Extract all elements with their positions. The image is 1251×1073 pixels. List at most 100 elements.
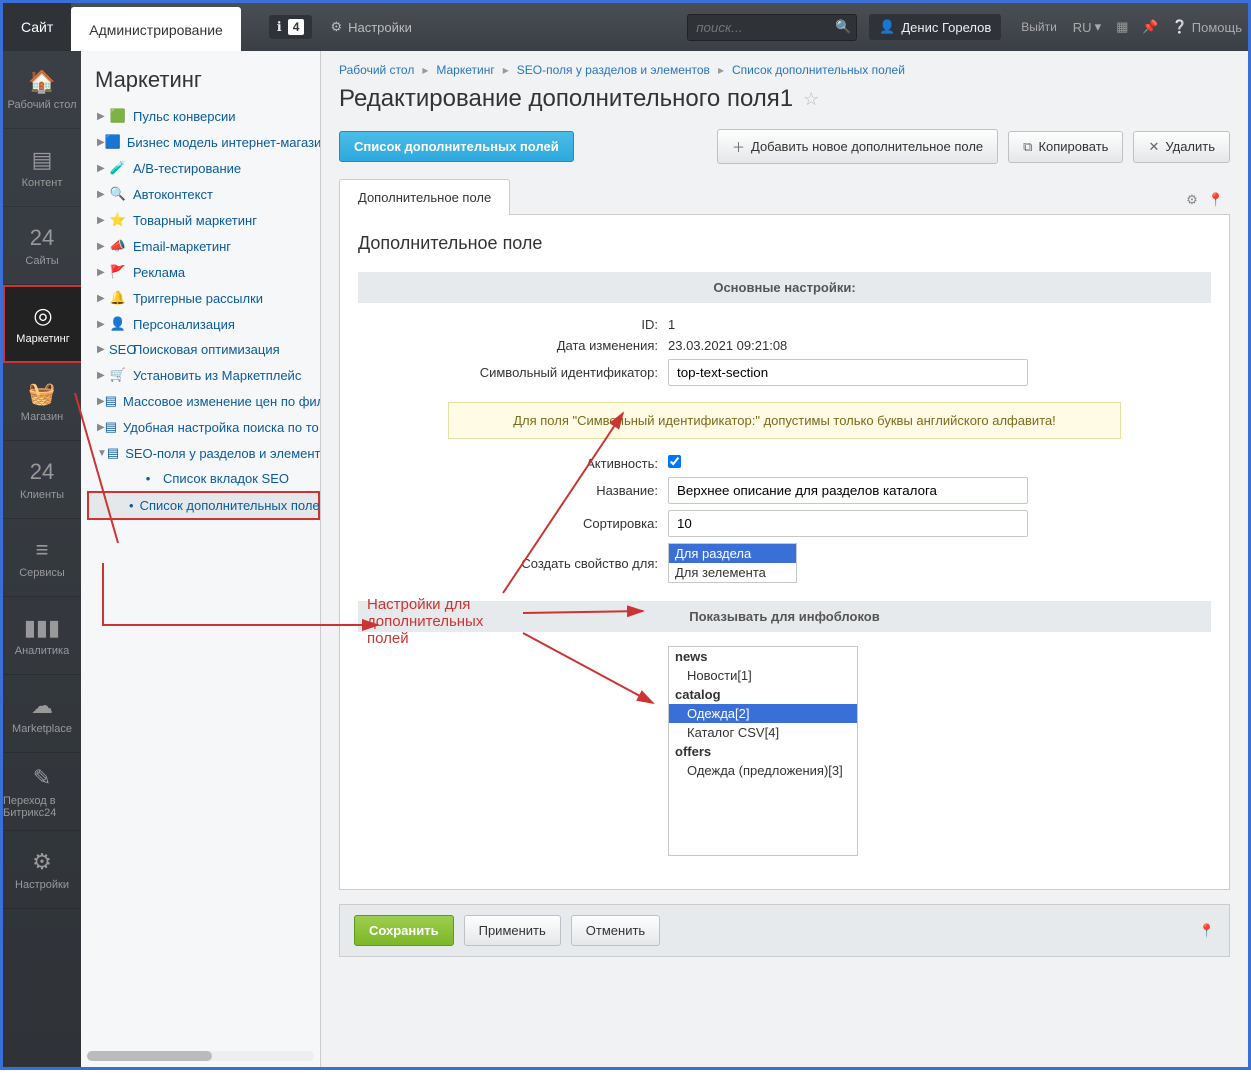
rail-label: Сайты	[25, 255, 58, 267]
rail-item-сайты[interactable]: 24Сайты	[3, 207, 81, 285]
sidebar-item[interactable]: ▶⭐Товарный маркетинг	[87, 207, 320, 233]
rail-item-контент[interactable]: ▤Контент	[3, 129, 81, 207]
lang-switch[interactable]: RU▾	[1073, 19, 1101, 35]
rail-item-marketplace[interactable]: ☁Marketplace	[3, 675, 81, 753]
sidebar-item[interactable]: ▶🔍Автоконтекст	[87, 181, 320, 207]
breadcrumb: Рабочий стол▸Маркетинг▸SEO-поля у раздел…	[321, 51, 1248, 81]
expand-icon: ▶	[97, 370, 109, 381]
createfor-option[interactable]: Для раздела	[669, 544, 796, 563]
notifications-badge[interactable]: ℹ 4	[269, 15, 313, 39]
breadcrumb-item[interactable]: Список дополнительных полей	[732, 63, 905, 77]
active-checkbox[interactable]	[668, 455, 681, 468]
sidebar-item[interactable]: ▶🧪А/В-тестирование	[87, 155, 320, 181]
sidebar-item[interactable]: •Список вкладок SEO	[87, 466, 320, 491]
rail-label: Marketplace	[12, 723, 72, 735]
breadcrumb-item[interactable]: Рабочий стол	[339, 63, 414, 77]
createfor-select[interactable]: Для разделаДля зелемента	[668, 543, 797, 583]
iblock-option[interactable]: Новости[1]	[669, 666, 857, 685]
sidebar-item-label: А/В-тестирование	[133, 161, 241, 176]
expand-icon: ▶	[97, 137, 105, 148]
rail-item-настройки[interactable]: ⚙Настройки	[3, 831, 81, 909]
iblocks-select[interactable]: newsНовости[1]catalogОдежда[2]Каталог CS…	[668, 646, 858, 856]
save-button[interactable]: Сохранить	[354, 915, 454, 946]
delete-button[interactable]: ✕Удалить	[1133, 131, 1230, 163]
breadcrumb-item[interactable]: SEO-поля у разделов и элементов	[517, 63, 710, 77]
add-button-label: Добавить новое дополнительное поле	[751, 139, 983, 154]
lang-label: RU	[1073, 20, 1092, 35]
sidebar-item[interactable]: ▶👤Персонализация	[87, 311, 320, 337]
rail-item-сервисы[interactable]: ≡Сервисы	[3, 519, 81, 597]
search-icon[interactable]: 🔍	[835, 19, 851, 35]
sort-label: Сортировка:	[358, 516, 668, 531]
sidebar-item[interactable]: ▶🛒Установить из Маркетплейс	[87, 362, 320, 388]
logout-link[interactable]: Выйти	[1021, 20, 1057, 34]
add-button[interactable]: ＋Добавить новое дополнительное поле	[717, 129, 998, 164]
pin-icon[interactable]: 📍	[1208, 192, 1224, 208]
createfor-option[interactable]: Для зелемента	[669, 563, 796, 582]
code-input[interactable]	[668, 359, 1028, 386]
delete-button-label: Удалить	[1165, 139, 1215, 154]
rail-item-маркетинг[interactable]: ◎Маркетинг	[3, 285, 81, 363]
sidebar-item[interactable]: ▶🚩Реклама	[87, 259, 320, 285]
copy-button[interactable]: ⧉Копировать	[1008, 131, 1123, 163]
breadcrumb-item[interactable]: Маркетинг	[436, 63, 494, 77]
sidebar-item[interactable]: ▶🔔Триггерные рассылки	[87, 285, 320, 311]
rail-label: Маркетинг	[16, 333, 69, 345]
form-panel: Дополнительное поле Основные настройки: …	[339, 215, 1230, 890]
rail-item-клиенты[interactable]: 24Клиенты	[3, 441, 81, 519]
user-icon: 👤	[879, 19, 895, 35]
sidebar-item-label: Список дополнительных полей	[140, 498, 321, 513]
expand-icon: ▶	[97, 241, 109, 252]
help-link[interactable]: ❔Помощь	[1172, 19, 1242, 35]
calendar-icon[interactable]: ▦	[1116, 19, 1128, 35]
search-input[interactable]	[687, 14, 857, 41]
sidebar-item[interactable]: •Список дополнительных полей	[87, 491, 320, 520]
iblock-option[interactable]: Одежда (предложения)[3]	[669, 761, 857, 780]
sidebar-item[interactable]: ▶🟩Пульс конверсии	[87, 103, 320, 129]
sidebar-item[interactable]: ▶▤Массовое изменение цен по фил.	[87, 388, 320, 414]
sidebar-item[interactable]: ▶SEOПоисковая оптимизация	[87, 337, 320, 362]
horizontal-scrollbar[interactable]	[87, 1051, 314, 1061]
sort-input[interactable]	[668, 510, 1028, 537]
left-rail: 🏠Рабочий стол▤Контент24Сайты◎Маркетинг🧺М…	[3, 51, 81, 1067]
node-icon: 🚩	[109, 264, 127, 280]
tab-site[interactable]: Сайт	[3, 3, 71, 51]
sidebar-item[interactable]: ▼▤SEO-поля у разделов и элементов	[87, 440, 320, 466]
apply-button[interactable]: Применить	[464, 915, 561, 946]
rail-item-аналитика[interactable]: ▮▮▮Аналитика	[3, 597, 81, 675]
expand-icon: ▶	[97, 111, 109, 122]
sidebar-item[interactable]: ▶▤Удобная настройка поиска по то	[87, 414, 320, 440]
node-icon: ▤	[105, 419, 117, 435]
section-iblocks: Показывать для инфоблоков	[358, 601, 1211, 632]
expand-icon: ▶	[97, 319, 109, 330]
gear-icon[interactable]: ⚙	[1186, 192, 1198, 208]
pin-icon[interactable]: 📌	[1142, 19, 1158, 35]
scrollbar-thumb[interactable]	[87, 1051, 212, 1061]
rail-item-рабочий-стол[interactable]: 🏠Рабочий стол	[3, 51, 81, 129]
sidebar-item[interactable]: ▶🟦Бизнес модель интернет-магазина	[87, 129, 320, 155]
tab-admin[interactable]: Администрирование	[71, 7, 241, 51]
rail-item-переход-в-битрикс24[interactable]: ✎Переход в Битрикс24	[3, 753, 81, 831]
tab-additional-field[interactable]: Дополнительное поле	[339, 179, 510, 215]
list-button[interactable]: Список дополнительных полей	[339, 131, 574, 162]
user-menu[interactable]: 👤 Денис Горелов	[869, 14, 1001, 40]
topbar-settings[interactable]: ⚙ Настройки	[330, 19, 411, 35]
sidebar-tree: ▶🟩Пульс конверсии▶🟦Бизнес модель интерне…	[81, 103, 320, 520]
favorite-star-icon[interactable]: ☆	[803, 89, 819, 110]
rail-item-магазин[interactable]: 🧺Магазин	[3, 363, 81, 441]
gear-icon: ⚙	[330, 19, 342, 35]
name-input[interactable]	[668, 477, 1028, 504]
iblock-option[interactable]: Каталог CSV[4]	[669, 723, 857, 742]
bullet-icon: •	[139, 471, 157, 486]
node-icon: 🔔	[109, 290, 127, 306]
sidebar-item[interactable]: ▶📣Email-маркетинг	[87, 233, 320, 259]
id-label: ID:	[358, 317, 668, 332]
pin-icon[interactable]: 📍	[1199, 923, 1215, 939]
node-icon: ⭐	[109, 212, 127, 228]
user-name: Денис Горелов	[901, 20, 991, 35]
rail-label: Контент	[22, 177, 63, 189]
topbar-settings-label: Настройки	[348, 20, 412, 35]
cancel-button[interactable]: Отменить	[571, 915, 660, 946]
iblock-option[interactable]: Одежда[2]	[669, 704, 857, 723]
node-icon: ▤	[107, 445, 119, 461]
